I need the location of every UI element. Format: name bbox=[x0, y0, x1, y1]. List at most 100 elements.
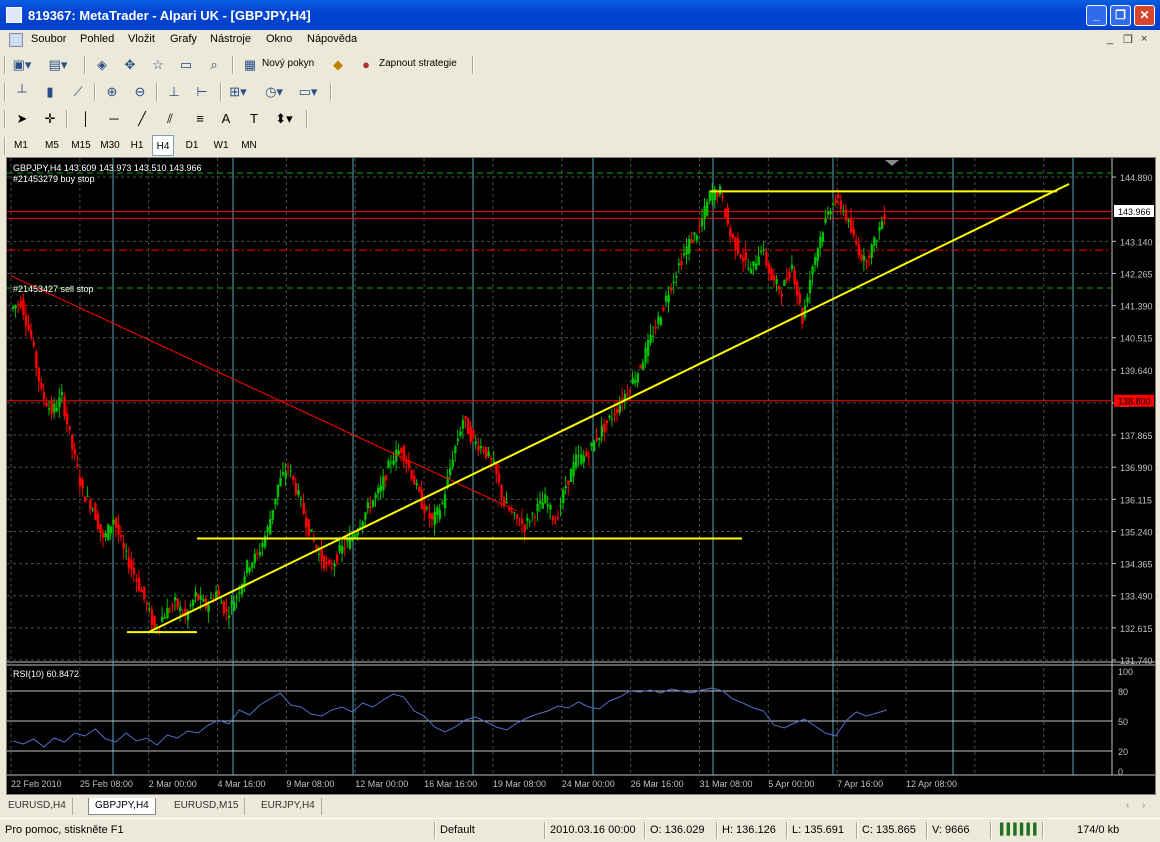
candle-body bbox=[299, 498, 303, 500]
cursor-icon[interactable]: ➤ bbox=[12, 109, 32, 129]
status-close: C: 135.865 bbox=[862, 824, 916, 836]
templates-icon[interactable]: ▭▾ bbox=[298, 82, 318, 102]
candle-body bbox=[690, 239, 694, 244]
timeframe-m1[interactable]: M1 bbox=[10, 135, 32, 156]
y-tick-label: 131.740 bbox=[1120, 656, 1153, 666]
rsi-tick-label: 0 bbox=[1118, 767, 1123, 777]
tab-eurjpy-h4[interactable]: EURJPY,H4 bbox=[255, 798, 322, 815]
arrows-icon[interactable]: ⬍▾ bbox=[274, 109, 294, 129]
menu-insert[interactable]: Vložit bbox=[128, 33, 155, 45]
indicators-icon[interactable]: ⊞▾ bbox=[228, 82, 248, 102]
new-order-icon[interactable]: ▦ bbox=[240, 55, 260, 75]
candle-body bbox=[770, 268, 773, 281]
maximize-button[interactable]: ❐ bbox=[1110, 5, 1131, 26]
candle-body bbox=[875, 240, 879, 242]
candle-body bbox=[880, 221, 884, 230]
crosshair-icon[interactable]: ✛ bbox=[40, 109, 60, 129]
status-traffic: 174/0 kb bbox=[1077, 824, 1120, 836]
line-chart-icon[interactable]: ⟋ bbox=[68, 82, 88, 102]
tab-eurusd-m15[interactable]: EURUSD,M15 bbox=[168, 798, 246, 815]
candle-body bbox=[202, 598, 205, 602]
tab-scroll-right[interactable]: › bbox=[1136, 798, 1151, 815]
timeframe-d1[interactable]: D1 bbox=[181, 135, 203, 156]
candle-body bbox=[83, 496, 87, 503]
periods-icon[interactable]: ◷▾ bbox=[264, 82, 284, 102]
menu-tools[interactable]: Nástroje bbox=[210, 33, 251, 45]
candle-body bbox=[194, 592, 197, 597]
equidistant-channel-icon[interactable]: ⫽ bbox=[160, 109, 180, 129]
candle-body bbox=[233, 602, 236, 611]
text-label-icon[interactable]: T bbox=[244, 109, 264, 129]
timeframe-h1[interactable]: H1 bbox=[126, 135, 148, 156]
candle-body bbox=[266, 526, 269, 533]
minimize-button[interactable]: _ bbox=[1086, 5, 1107, 26]
candle-body bbox=[369, 506, 372, 509]
candle-body bbox=[513, 512, 516, 514]
candle-body bbox=[40, 382, 43, 389]
candle-body bbox=[227, 615, 231, 619]
menu-file[interactable]: Soubor bbox=[31, 33, 66, 45]
candle-body bbox=[667, 294, 670, 303]
timeframe-m5[interactable]: M5 bbox=[40, 135, 64, 156]
tab-gbpjpy-h4[interactable]: GBPJPY,H4 bbox=[88, 798, 156, 815]
new-order-button[interactable]: Nový pokyn bbox=[262, 58, 314, 69]
chart-canvas[interactable]: 144.890 143.140 142.265 141.390 140.515 139.6… bbox=[7, 158, 1155, 794]
candle-body bbox=[608, 415, 611, 418]
metaeditor-icon[interactable]: ◆ bbox=[328, 55, 348, 75]
profiles-icon[interactable]: ▤▾ bbox=[48, 55, 68, 75]
zoom-in-icon[interactable]: ⊕ bbox=[102, 82, 122, 102]
strategy-tester-icon[interactable]: ⌕ bbox=[204, 55, 224, 75]
mdi-close-button[interactable]: × bbox=[1141, 33, 1147, 45]
close-button[interactable]: ✕ bbox=[1134, 5, 1155, 26]
candle-body bbox=[22, 299, 25, 316]
candle-body bbox=[569, 469, 573, 483]
candle-body bbox=[883, 214, 886, 220]
menu-charts[interactable]: Grafy bbox=[170, 33, 197, 45]
candlestick-icon[interactable]: ▮ bbox=[40, 82, 60, 102]
mdi-restore-button[interactable]: ❐ bbox=[1123, 33, 1133, 46]
horizontal-line-icon[interactable]: ─ bbox=[104, 109, 124, 129]
timeframe-m15[interactable]: M15 bbox=[68, 135, 94, 156]
mdi-minimize-button[interactable]: _ bbox=[1107, 33, 1113, 45]
menu-help[interactable]: Nápověda bbox=[307, 33, 357, 45]
timeframe-w1[interactable]: W1 bbox=[209, 135, 233, 156]
chart-window[interactable]: 144.890 143.140 142.265 141.390 140.515 139.6… bbox=[6, 157, 1156, 795]
timeframe-m30[interactable]: M30 bbox=[97, 135, 123, 156]
candle-body bbox=[832, 203, 835, 206]
candle-body bbox=[685, 246, 688, 255]
title-bar[interactable]: 819367: MetaTrader - Alpari UK - [GBPJPY… bbox=[0, 0, 1160, 30]
market-watch-icon[interactable]: ◈ bbox=[92, 55, 112, 75]
candle-body bbox=[258, 551, 262, 556]
candle-body bbox=[320, 549, 323, 562]
zoom-out-icon[interactable]: ⊖ bbox=[130, 82, 150, 102]
menu-view[interactable]: Pohled bbox=[80, 33, 114, 45]
candle-body bbox=[143, 586, 146, 599]
candle-body bbox=[862, 255, 866, 261]
candle-body bbox=[443, 494, 447, 509]
enable-strategies-button[interactable]: Zapnout strategie bbox=[379, 58, 457, 69]
fibonacci-icon[interactable]: ≡ bbox=[190, 109, 210, 129]
terminal-icon[interactable]: ▭ bbox=[176, 55, 196, 75]
bar-chart-icon[interactable]: ┴ bbox=[12, 82, 32, 102]
navigator-icon[interactable]: ☆ bbox=[148, 55, 168, 75]
candle-body bbox=[754, 263, 758, 270]
trendline-icon[interactable]: ╱ bbox=[132, 109, 152, 129]
data-window-icon[interactable]: ✥ bbox=[120, 55, 140, 75]
y-tick-label: 136.115 bbox=[1120, 495, 1152, 505]
timeframe-h4[interactable]: H4 bbox=[152, 135, 174, 156]
new-chart-icon[interactable]: ▣▾ bbox=[12, 55, 32, 75]
tab-scroll-left[interactable]: ‹ bbox=[1120, 798, 1135, 815]
document-icon[interactable] bbox=[9, 33, 23, 47]
candle-body bbox=[824, 218, 827, 223]
candle-body bbox=[829, 210, 832, 215]
candle-body bbox=[176, 598, 179, 608]
chart-shift-icon[interactable]: ⊢ bbox=[192, 82, 212, 102]
text-icon[interactable]: A bbox=[216, 109, 236, 129]
auto-scroll-icon[interactable]: ⊥ bbox=[164, 82, 184, 102]
vertical-line-icon[interactable]: │ bbox=[76, 109, 96, 129]
candle-body bbox=[587, 456, 591, 458]
timeframe-mn[interactable]: MN bbox=[237, 135, 261, 156]
menu-window[interactable]: Okno bbox=[266, 33, 292, 45]
tab-eurusd-h4[interactable]: EURUSD,H4 bbox=[2, 798, 73, 815]
expert-advisors-icon[interactable]: ● bbox=[356, 55, 376, 75]
